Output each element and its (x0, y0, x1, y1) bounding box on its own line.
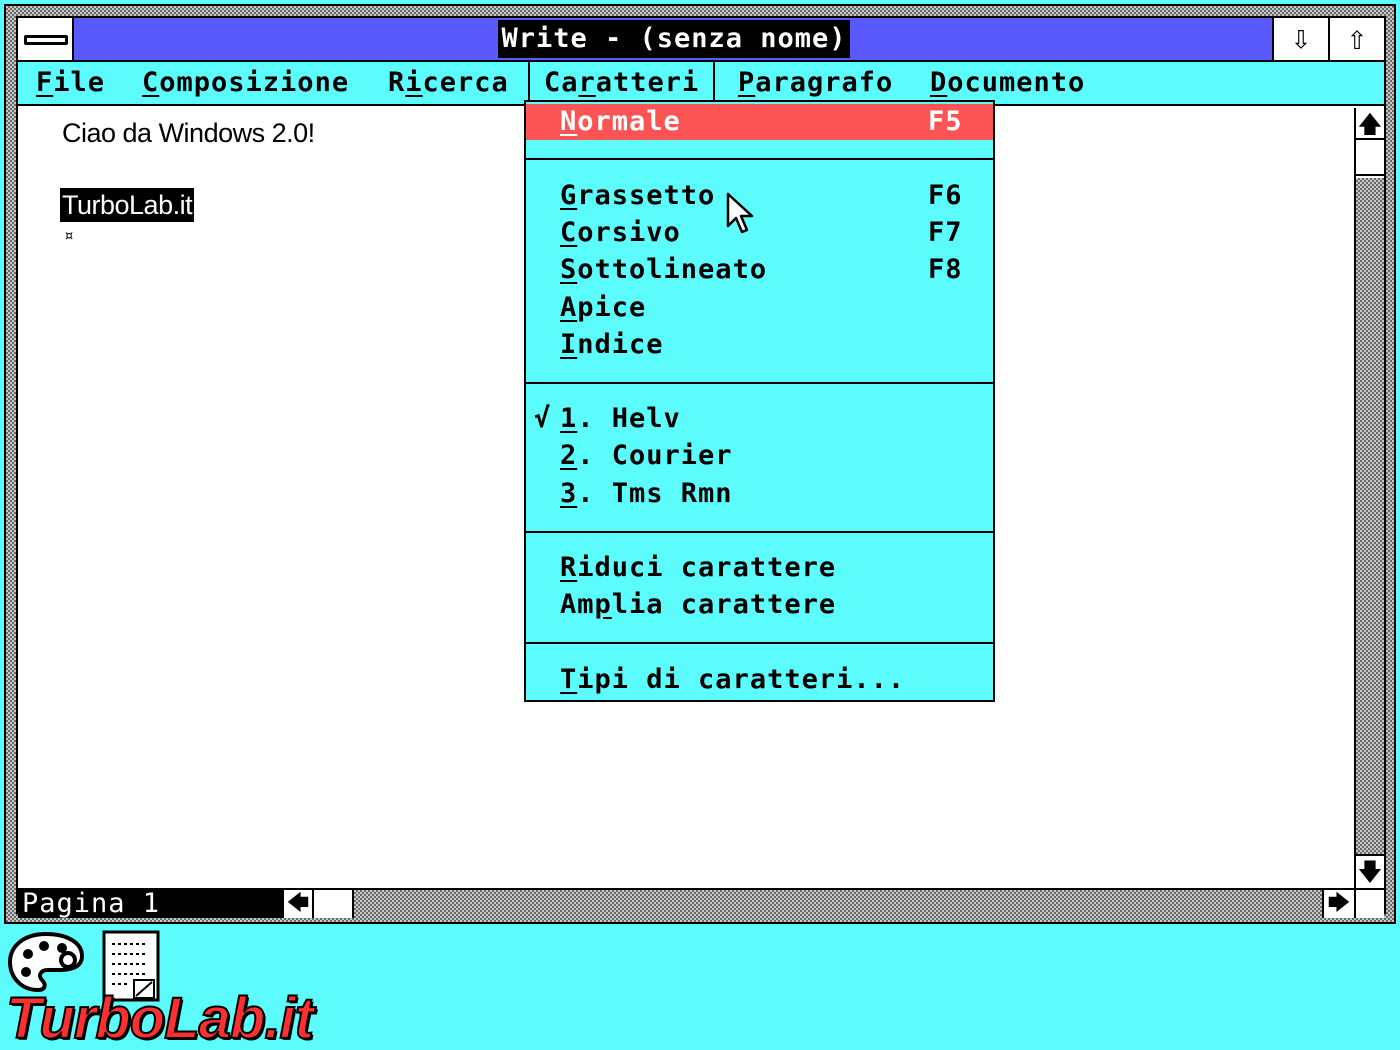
minimize-button[interactable]: ⇩ (1272, 18, 1328, 60)
arrow-up-icon: ⇧ (1346, 18, 1368, 58)
document-text-line: Ciao da Windows 2.0! (62, 118, 315, 148)
menu-file[interactable]: File (36, 62, 105, 104)
menu-item-tipi-di-caratteri[interactable]: Tipi di caratteri... (526, 662, 993, 698)
paint-palette-icon[interactable] (8, 930, 84, 994)
system-menu-icon (24, 35, 68, 45)
window-title: Write - (senza nome) (498, 20, 850, 58)
scroll-right-button[interactable]: 🡆 (1322, 890, 1354, 918)
maximize-button[interactable]: ⇧ (1328, 18, 1384, 60)
menu-documento[interactable]: Documento (930, 62, 1085, 104)
horizontal-scroll-track[interactable] (354, 890, 1322, 918)
title-bar[interactable]: Write - (senza nome) ⇩ ⇧ (18, 18, 1384, 62)
status-bar: Pagina 1 🡄 🡆 (18, 888, 1384, 918)
shortcut-label: F8 (928, 254, 963, 285)
arrow-left-icon: 🡄 (286, 891, 310, 916)
arrow-right-icon: 🡆 (1327, 891, 1351, 916)
selected-text: TurboLab.it (60, 188, 195, 222)
turbolab-watermark-logo: TurboLab.it (5, 986, 315, 1050)
menu-paragrafo[interactable]: Paragrafo (738, 62, 893, 104)
scroll-up-button[interactable]: 🡅 (1356, 108, 1384, 140)
menu-item-amplia-carattere[interactable]: Amplia carattere (526, 587, 993, 623)
shortcut-label: F7 (928, 217, 963, 248)
menu-separator (526, 531, 993, 533)
menu-item-normale[interactable]: Normale F5 (526, 104, 993, 140)
menu-separator (526, 382, 993, 384)
menu-ricerca[interactable]: Ricerca (388, 62, 509, 104)
arrow-up-icon: 🡅 (1357, 110, 1383, 138)
caratteri-dropdown-menu: Normale F5 Grassetto F6 Corsivo F7 Sotto… (524, 100, 995, 702)
horizontal-scroll-thumb[interactable] (314, 890, 354, 918)
scroll-down-button[interactable]: 🡇 (1356, 854, 1384, 886)
menu-separator (526, 158, 993, 160)
menu-item-font-courier[interactable]: 2. Courier (526, 438, 993, 474)
menu-separator (526, 642, 993, 644)
arrow-down-icon: 🡇 (1357, 858, 1383, 886)
menu-item-font-helv[interactable]: √ 1. Helv (526, 401, 993, 437)
shortcut-label: F5 (928, 106, 963, 137)
menu-item-font-tms-rmn[interactable]: 3. Tms Rmn (526, 476, 993, 512)
menu-item-sottolineato[interactable]: Sottolineato F8 (526, 252, 993, 288)
menu-caratteri[interactable]: Caratteri (528, 62, 716, 104)
size-box[interactable] (1354, 890, 1384, 918)
arrow-down-icon: ⇩ (1290, 18, 1312, 58)
menu-item-riduci-carattere[interactable]: Riduci carattere (526, 550, 993, 586)
scroll-left-button[interactable]: 🡄 (284, 890, 314, 918)
menu-item-indice[interactable]: Indice (526, 327, 993, 363)
vertical-scrollbar[interactable]: 🡅 🡇 (1354, 108, 1384, 888)
menu-item-grassetto[interactable]: Grassetto F6 (526, 178, 993, 214)
menu-item-corsivo[interactable]: Corsivo F7 (526, 215, 993, 251)
mouse-pointer-icon (726, 192, 754, 234)
checkmark-icon: √ (534, 403, 552, 434)
menu-item-apice[interactable]: Apice (526, 290, 993, 326)
vertical-scroll-track[interactable] (1356, 178, 1384, 854)
shortcut-label: F6 (928, 180, 963, 211)
end-of-document-mark: ¤ (64, 226, 74, 245)
menu-composizione[interactable]: Composizione (142, 62, 349, 104)
vertical-scroll-thumb[interactable] (1356, 142, 1384, 176)
system-menu-button[interactable] (18, 18, 74, 60)
page-indicator: Pagina 1 (18, 890, 284, 918)
